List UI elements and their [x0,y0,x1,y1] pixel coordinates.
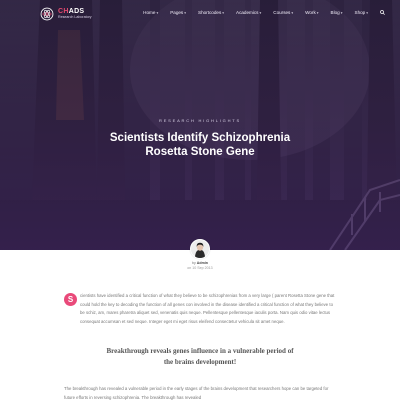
brand-subtitle: Research Laboratory [58,15,92,20]
post-date: on 10 Sep 2013 [187,266,213,270]
author-name[interactable]: Admin [197,261,208,265]
nav-item-home[interactable]: Home▾ [137,10,164,17]
category-kicker[interactable]: Research Highlights [0,118,400,123]
nav-item-work[interactable]: Work▾ [299,10,324,17]
brand-logo[interactable]: CHADS Research Laboratory [40,7,92,21]
nav-item-academics[interactable]: Academics▾ [230,10,267,17]
intro-paragraph-block: S cientists have identified a critical f… [64,292,336,326]
chevron-down-icon: ▾ [259,11,262,15]
chevron-down-icon: ▾ [184,11,186,15]
nav-item-shortcodes[interactable]: Shortcodes▾ [192,10,230,17]
brand-name: CHADS [58,8,85,16]
dropcap-letter: S [64,293,77,306]
hero-content: Research Highlights Scientists Identify … [0,118,400,159]
search-icon[interactable] [374,10,388,17]
author-avatar[interactable] [190,239,210,259]
nav-item-courses[interactable]: Courses▾ [267,10,299,17]
chevron-down-icon: ▾ [222,11,225,15]
hero-banner: CHADS Research Laboratory Home▾ Pages▾ S… [0,0,400,250]
article-body: S cientists have identified a critical f… [64,292,336,407]
avatar-portrait [191,240,209,258]
chevron-down-icon: ▾ [291,11,294,15]
intro-paragraph: cientists have identified a critical fun… [80,293,335,324]
magnifier-glyph [380,10,385,15]
author-byline: by Admin [192,261,208,265]
article-title: Scientists Identify Schizophrenia Rosett… [109,132,291,158]
chevron-down-icon: ▾ [340,11,343,15]
logo-atom-icon [40,7,54,21]
nav-item-pages[interactable]: Pages▾ [164,10,192,17]
chevron-down-icon: ▾ [316,11,319,15]
chevron-down-icon: ▾ [366,11,368,15]
main-navigation: Home▾ Pages▾ Shortcodes▾ Academics▾ Cour… [137,10,388,17]
nav-item-shop[interactable]: Shop▾ [349,10,375,17]
author-meta: by Admin on 10 Sep 2013 [0,239,400,270]
site-header: CHADS Research Laboratory Home▾ Pages▾ S… [0,0,400,28]
chevron-down-icon: ▾ [156,11,159,15]
logo-text: CHADS Research Laboratory [58,8,92,20]
nav-item-blog[interactable]: Blog▾ [325,10,349,17]
pull-quote: Breakthrough reveals genes influence in … [106,347,294,366]
